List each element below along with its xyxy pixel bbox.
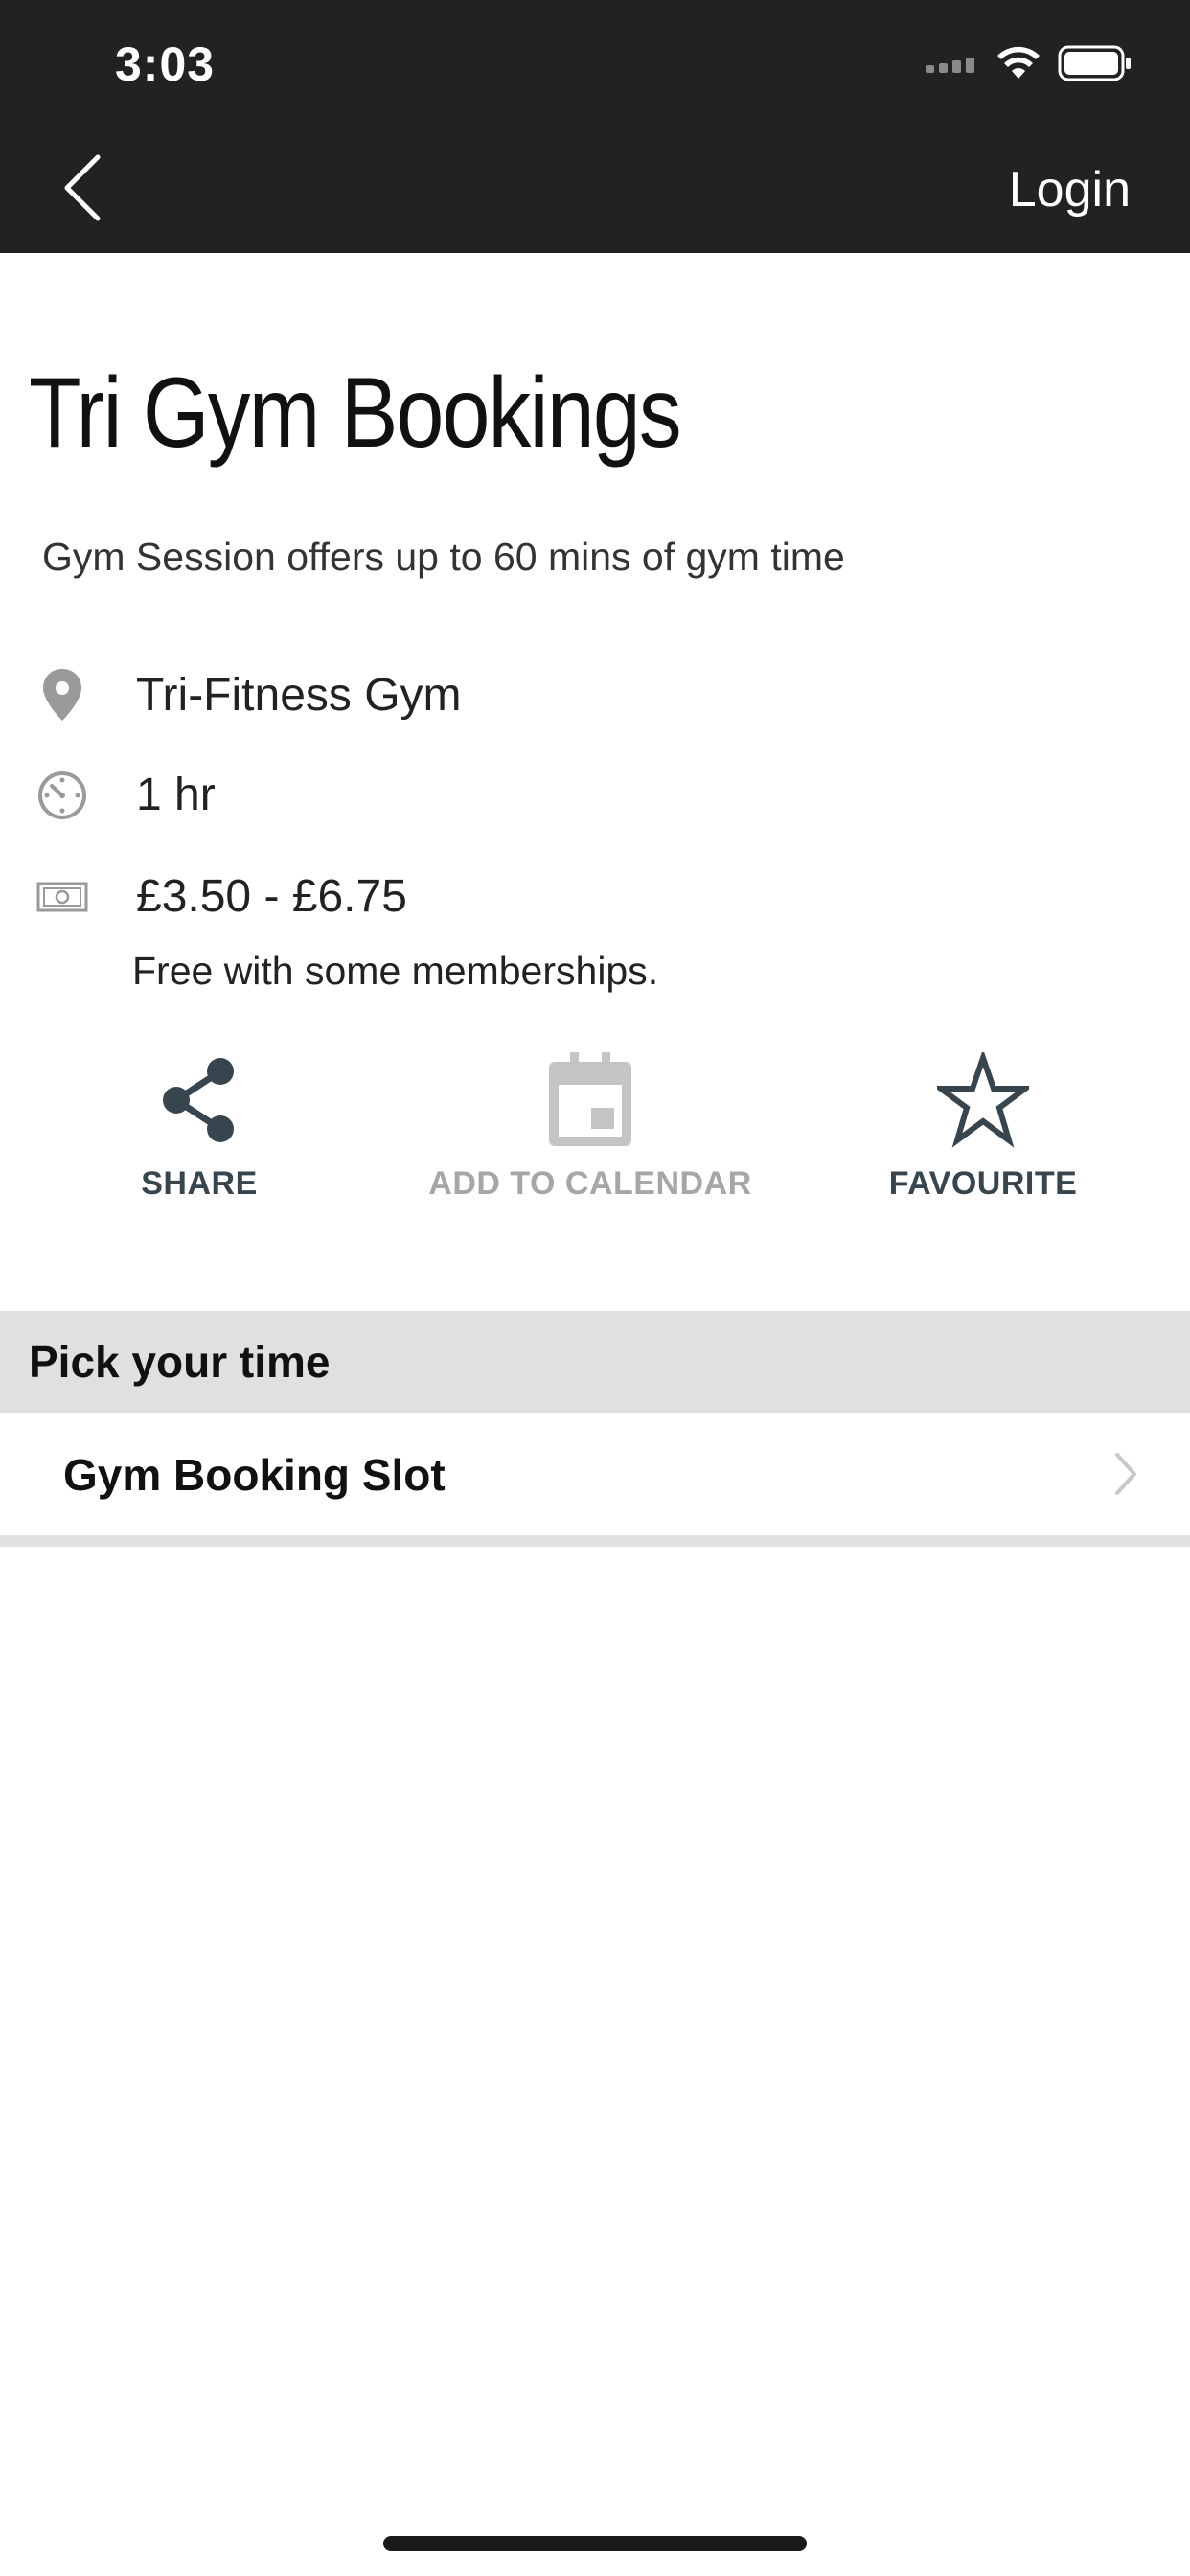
duration-row: 1 hr xyxy=(0,759,1190,826)
location-pin-icon xyxy=(43,669,81,721)
favourite-button[interactable]: FAVOURITE xyxy=(820,1045,1146,1217)
price-row: £3.50 - £6.75 xyxy=(0,861,1190,928)
list-item[interactable]: Gym Booking Slot xyxy=(0,1413,1190,1535)
price-note: Free with some memberships. xyxy=(132,949,659,993)
favourite-label: FAVOURITE xyxy=(888,1165,1078,1202)
signal-icon xyxy=(926,58,974,73)
share-icon xyxy=(163,1058,234,1142)
event-description: Gym Session offers up to 60 mins of gym … xyxy=(42,535,845,579)
action-bar: SHARE ADD TO CALENDAR FAVOURITE xyxy=(0,1045,1190,1217)
share-button[interactable]: SHARE xyxy=(36,1045,362,1217)
back-button[interactable] xyxy=(59,153,107,222)
ticket-icon xyxy=(36,882,88,912)
add-to-calendar-button[interactable]: ADD TO CALENDAR xyxy=(427,1045,753,1217)
pick-time-heading: Pick your time xyxy=(29,1337,331,1387)
wifi-icon xyxy=(997,46,1040,79)
home-indicator[interactable] xyxy=(383,2536,807,2551)
slot-label: Gym Booking Slot xyxy=(63,1450,446,1500)
battery-icon xyxy=(1058,45,1131,81)
share-label: SHARE xyxy=(141,1165,258,1202)
page-title: Tri Gym Bookings xyxy=(29,357,682,469)
timer-icon xyxy=(38,771,86,819)
chevron-right-icon xyxy=(1115,1453,1136,1495)
location-row: Tri-Fitness Gym xyxy=(0,659,1190,726)
status-time: 3:03 xyxy=(115,37,216,91)
login-button[interactable]: Login xyxy=(1009,161,1131,218)
star-icon xyxy=(937,1052,1029,1148)
status-icons xyxy=(926,44,1133,82)
pick-time-header: Pick your time xyxy=(0,1311,1190,1413)
divider xyxy=(0,1535,1190,1547)
screen: 3:03 Login Tri Gym Bookings Gym Session … xyxy=(0,0,1190,2576)
price-text: £3.50 - £6.75 xyxy=(136,871,407,922)
top-bar: 3:03 Login xyxy=(0,0,1190,253)
duration-text: 1 hr xyxy=(136,770,216,820)
chevron-left-icon xyxy=(64,154,101,221)
add-to-calendar-label: ADD TO CALENDAR xyxy=(428,1165,752,1202)
location-text: Tri-Fitness Gym xyxy=(136,670,462,721)
calendar-icon xyxy=(549,1052,631,1146)
